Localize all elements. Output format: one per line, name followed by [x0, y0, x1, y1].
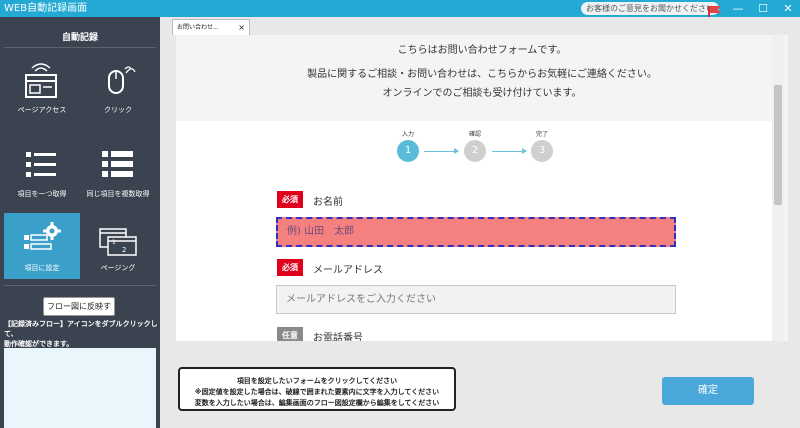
step-arrow-icon: [424, 148, 459, 154]
tool-set-field[interactable]: 項目に設定: [4, 213, 80, 279]
browser-area: お問い合わせ... × こちらはお問い合わせフォームです。 製品に関するご相談・…: [160, 17, 800, 428]
confirm-button[interactable]: 確定: [662, 377, 754, 405]
tool-label: ページング: [100, 264, 136, 272]
tool-label: 項目に設定: [24, 264, 60, 272]
instruction-line: 項目を設定したいフォームをクリックしてください: [236, 377, 398, 385]
step-circle: 3: [531, 140, 553, 162]
maximize-button[interactable]: ☐: [751, 0, 775, 17]
tool-get-multiple[interactable]: 同じ項目を複数取得: [80, 139, 156, 205]
tool-click[interactable]: クリック: [80, 55, 156, 121]
tab-contact-form[interactable]: お問い合わせ... ×: [172, 19, 250, 35]
feedback-link[interactable]: お客様のご意見をお聞かせください: [581, 2, 719, 15]
record-sidebar: 自動記録 ページアクセス クリック 項目を一つ取得 同じ項目を複数取得 項目に設…: [0, 17, 160, 428]
step-circle: 2: [464, 140, 486, 162]
paging-icon: 2 1: [99, 228, 137, 256]
sidebar-heading: 自動記録: [61, 33, 98, 43]
divider: [4, 47, 156, 48]
intro-line: オンラインでのご相談も受け付けています。: [382, 88, 582, 99]
step-label: 確認: [468, 131, 481, 138]
required-badge: 必須: [277, 191, 303, 208]
window-title: WEB自動記録画面: [4, 3, 88, 14]
svg-text:2: 2: [122, 246, 126, 254]
tab-close-icon[interactable]: ×: [238, 20, 245, 36]
tool-label: ページアクセス: [17, 106, 67, 114]
scrollbar-thumb[interactable]: [774, 85, 782, 205]
step-circle-active: 1: [397, 140, 419, 162]
intro-line: 製品に関するご相談・お問い合わせは、こちらからお気軽にご連絡ください。: [307, 69, 657, 80]
step-label: 入力: [401, 131, 414, 138]
form-settings-icon: [24, 222, 61, 250]
intro-text: こちらはお問い合わせフォームです。 製品に関するご相談・お問い合わせは、こちらか…: [176, 35, 788, 119]
tab-strip: お問い合わせ... ×: [160, 17, 800, 35]
title-bar: WEB自動記録画面 お客様のご意見をお聞かせください — ☐ ✕: [0, 0, 800, 17]
close-button[interactable]: ✕: [776, 0, 800, 17]
tool-label: クリック: [104, 106, 132, 114]
tool-label: 同じ項目を複数取得: [86, 190, 150, 198]
tool-page-access[interactable]: ページアクセス: [4, 55, 80, 121]
svg-text:1: 1: [112, 239, 116, 246]
tab-label: お問い合わせ...: [177, 24, 219, 31]
list-multiple-icon: [102, 151, 133, 177]
required-badge: 必須: [277, 259, 303, 276]
feedback-flag-icon[interactable]: [707, 2, 722, 17]
sidebar-hint: 【記録済みフロー】アイコンをダブルクリックして、 動作確認ができます。: [4, 319, 158, 349]
instruction-box: 項目を設定したいフォームをクリックしてください ※固定値を設定した場合は、破線で…: [178, 367, 456, 411]
field-label-phone: お電話番号: [313, 333, 363, 341]
email-input[interactable]: メールアドレスをご入力ください: [276, 285, 676, 314]
bottom-panel: 項目を設定したいフォームをクリックしてください ※固定値を設定した場合は、破線で…: [160, 341, 800, 428]
contact-form: 入力 確認 完了 1 2 3 必須 お名前 例) 山田 太郎 必須 メールアドレ…: [176, 121, 776, 341]
recorded-flow-panel[interactable]: [4, 348, 156, 428]
name-input[interactable]: 例) 山田 太郎: [276, 217, 676, 247]
divider: [4, 285, 156, 286]
field-label-name: お名前: [313, 197, 343, 208]
field-label-email: メールアドレス: [313, 265, 383, 276]
tool-paging[interactable]: 2 1 ページング: [80, 213, 156, 279]
list-single-icon: [26, 152, 56, 177]
tool-label: 項目を一つ取得: [17, 190, 67, 198]
step-arrow-icon: [492, 148, 527, 154]
instruction-line: ※固定値を設定した場合は、破線で囲まれた要素内に文字を入力してください: [194, 388, 440, 396]
page-access-icon: [25, 63, 57, 98]
web-page: こちらはお問い合わせフォームです。 製品に関するご相談・お問い合わせは、こちらか…: [176, 35, 788, 341]
hint-line: 【記録済みフロー】アイコンをダブルクリックして、: [4, 320, 158, 338]
mouse-click-icon: [108, 66, 136, 94]
intro-line: こちらはお問い合わせフォームです。: [397, 45, 567, 56]
minimize-button[interactable]: —: [726, 0, 750, 17]
optional-badge: 任意: [277, 327, 303, 341]
reflect-to-flow-button[interactable]: フロー図に反映する: [43, 297, 115, 328]
page-scrollbar[interactable]: [772, 35, 784, 341]
tool-get-single[interactable]: 項目を一つ取得: [4, 139, 80, 205]
step-label: 完了: [535, 131, 548, 138]
instruction-line: 変数を入力したい場合は、編集画面のフロー図設定欄から編集をしてください: [194, 399, 440, 407]
